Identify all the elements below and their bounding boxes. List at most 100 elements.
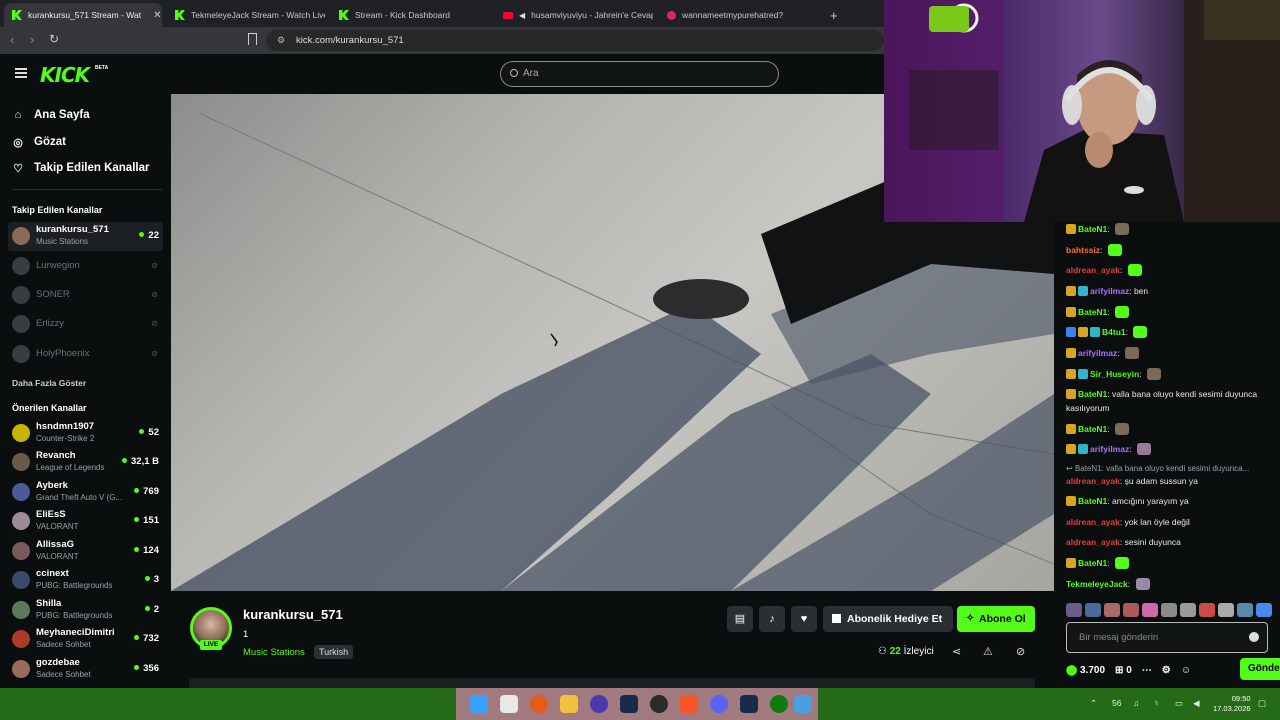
emote-icon[interactable] (1104, 603, 1120, 617)
chat-username[interactable]: aldrean_ayak (1066, 537, 1120, 547)
app-icon[interactable] (590, 695, 608, 713)
forward-icon[interactable]: › (30, 32, 34, 47)
chevron-up-icon[interactable]: ⌃ (1090, 698, 1097, 709)
settings-icon[interactable]: ⚙ (1162, 665, 1171, 676)
microphone-icon[interactable]: ♮ (1155, 698, 1158, 709)
chat-message-input[interactable]: Bir mesaj gönderin (1066, 622, 1268, 653)
chat-username[interactable]: BateN1 (1078, 389, 1107, 399)
emote-icon[interactable] (1256, 603, 1272, 617)
recommended-channel[interactable]: EliEsS VALORANT 151 (8, 507, 163, 536)
store-icon[interactable] (500, 695, 518, 713)
new-tab-button[interactable]: + (822, 3, 846, 27)
steam-icon[interactable] (620, 695, 638, 713)
chat-username[interactable]: BateN1 (1078, 307, 1107, 317)
chat-username[interactable]: arifyilmaz (1078, 348, 1117, 358)
stream-category[interactable]: Music Stations (243, 647, 305, 658)
app-icon[interactable] (650, 695, 668, 713)
system-clock[interactable]: 09:50 17.03.2026 (1213, 694, 1251, 714)
points-display[interactable]: ⬤ 3.700 (1066, 665, 1105, 676)
show-more-link[interactable]: Daha Fazla Göster (12, 378, 86, 388)
send-button[interactable]: Gönder (1240, 658, 1280, 680)
site-info-icon[interactable]: ⚙ (277, 30, 285, 51)
streamer-name[interactable]: kurankursu_571 (243, 607, 343, 622)
chat-username[interactable]: BateN1 (1078, 224, 1107, 234)
followed-channel[interactable]: Lurwegion ⊘ (8, 252, 163, 281)
browser-tab-1[interactable]: TekmeleyeJack Stream - Watch Live o (167, 3, 325, 27)
recommended-channel[interactable]: ccinext PUBG: Battlegrounds 3 (8, 566, 163, 595)
emote-icon[interactable] (1085, 603, 1101, 617)
emote-icon[interactable] (1123, 603, 1139, 617)
followed-channel[interactable]: HolyPhoenix ⊘ (8, 340, 163, 369)
browser-tab-3[interactable]: ◀ husamviyuviyu - Jahrein'e Cevap (495, 3, 653, 27)
chat-username[interactable]: TekmeleyeJack (1066, 579, 1128, 589)
chat-username[interactable]: aldrean_ayak (1066, 476, 1120, 486)
browser-tab-0[interactable]: kurankursu_571 Stream - Wat ✕ (4, 3, 162, 27)
url-input[interactable]: ⚙ kick.com/kurankursu_571 (266, 30, 884, 51)
chat-username[interactable]: bahtssiz (1066, 245, 1100, 255)
share-icon[interactable]: ⋖ (952, 645, 961, 658)
browser-tab-2[interactable]: Stream - Kick Dashboard (331, 3, 489, 27)
gift-display[interactable]: ⊞ 0 (1115, 665, 1132, 676)
emote-icon[interactable] (1199, 603, 1215, 617)
recommended-channel[interactable]: Shilla PUBG: Battlegrounds 2 (8, 596, 163, 625)
chat-username[interactable]: Sir_Huseyin (1090, 369, 1139, 379)
search-input[interactable]: Ara (500, 61, 779, 87)
steam-icon[interactable] (740, 695, 758, 713)
xbox-icon[interactable] (770, 695, 788, 713)
recommended-channel[interactable]: AllissaG VALORANT 124 (8, 537, 163, 566)
nav-browse[interactable]: ◎ Gözat (12, 132, 66, 152)
recommended-channel[interactable]: hsndmn1907 Counter-Strike 2 52 (8, 419, 163, 448)
emote-icon[interactable] (1142, 603, 1158, 617)
chat-username[interactable]: BateN1 (1078, 558, 1107, 568)
chat-rules-icon[interactable]: ⋯ (1142, 665, 1152, 676)
emote-menu-icon[interactable]: ☺ (1181, 665, 1191, 676)
hide-chat-icon[interactable]: ⊘ (1016, 645, 1025, 658)
back-icon[interactable]: ‹ (10, 32, 14, 47)
chat-username[interactable]: arifyilmaz (1090, 444, 1129, 454)
emote-icon[interactable] (1237, 603, 1253, 617)
close-tab-icon[interactable]: ✕ (153, 10, 161, 21)
followed-channel[interactable]: kurankursu_571 Music Stations 22 (8, 222, 163, 251)
followed-channel[interactable]: SONER ⊘ (8, 281, 163, 310)
notification-bell-icon[interactable]: ♪ (759, 606, 785, 632)
chat-username[interactable]: BateN1 (1078, 424, 1107, 434)
notification-icon[interactable]: ▢ (1258, 698, 1266, 709)
folder-icon[interactable] (560, 695, 578, 713)
nav-home[interactable]: ⌂ Ana Sayfa (12, 105, 90, 125)
menu-icon[interactable] (15, 68, 27, 78)
network-icon[interactable]: ▭ (1175, 698, 1183, 709)
nav-following[interactable]: ♡ Takip Edilen Kanallar (12, 158, 149, 178)
discord-icon[interactable] (710, 695, 728, 713)
volume-icon[interactable]: ◀ (1193, 698, 1200, 709)
follow-heart-icon[interactable]: ♥ (791, 606, 817, 632)
chat-username[interactable]: BateN1 (1078, 496, 1107, 506)
chat-username[interactable]: aldrean_ayak (1066, 265, 1120, 275)
start-icon[interactable] (470, 695, 488, 713)
emote-icon[interactable] (1161, 603, 1177, 617)
recommended-channel[interactable]: MeyhaneciDimitri Sadece Sohbet 732 (8, 625, 163, 654)
report-icon[interactable]: ⚠ (983, 645, 993, 658)
headset-icon[interactable]: ♫ (1133, 698, 1139, 708)
subscribe-button[interactable]: Abone Ol (957, 606, 1035, 632)
bookmark-icon[interactable] (248, 33, 257, 45)
browser-tab-4[interactable]: wannameetmypurehatred? (659, 3, 817, 27)
gift-subscription-button[interactable]: Abonelik Hediye Et (823, 606, 953, 632)
app-icon[interactable] (794, 695, 812, 713)
emote-icon[interactable] (1066, 603, 1082, 617)
language-tag[interactable]: Turkish (314, 645, 354, 659)
chat-username[interactable]: aldrean_ayak (1066, 517, 1120, 527)
emoji-picker-icon[interactable] (1249, 632, 1259, 642)
kick-logo[interactable]: KICK (40, 63, 90, 87)
emote-icon[interactable] (1180, 603, 1196, 617)
app-icon[interactable] (530, 695, 548, 713)
recommended-channel[interactable]: Revanch League of Legends 32,1 B (8, 448, 163, 477)
chat-username[interactable]: B4tu1 (1102, 327, 1126, 337)
reload-icon[interactable]: ↻ (49, 32, 59, 46)
chat-username[interactable]: arifyilmaz (1090, 286, 1129, 296)
clip-icon[interactable]: ▤ (727, 606, 753, 632)
recommended-channel[interactable]: Ayberk Grand Theft Auto V (G... 769 (8, 478, 163, 507)
recommended-channel[interactable]: gozdebae Sadece Sohbet 356 (8, 655, 163, 684)
brave-icon[interactable] (680, 695, 698, 713)
emote-icon[interactable] (1218, 603, 1234, 617)
followed-channel[interactable]: Erlizzy ⊘ (8, 310, 163, 339)
